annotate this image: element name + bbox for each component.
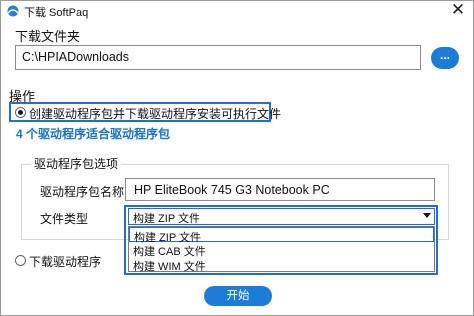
file-type-option-zip[interactable]: 构建 ZIP 文件 [129,227,434,244]
create-package-radio[interactable] [15,107,26,118]
start-button[interactable]: 开始 [204,286,272,306]
file-type-label: 文件类型 [40,212,89,226]
create-package-option-label[interactable]: 创建驱动程序包并下载驱动程序安装可执行文件 [29,105,281,122]
download-folder-label: 下载文件夹 [15,29,81,44]
file-type-option-wim[interactable]: 构建 WIM 文件 [129,257,434,273]
download-path-field[interactable]: C:\HPIADownloads [15,45,421,70]
softpaq-download-dialog: 下载 SoftPaq ✕ 下载文件夹 C:\HPIADownloads ... … [0,0,474,316]
file-type-select[interactable]: 构建 ZIP 文件 [128,208,435,225]
package-name-field[interactable]: HP EliteBook 745 G3 Notebook PC [125,178,435,201]
package-count-text: 4 个驱动程序适合驱动程序包 [16,127,171,141]
title-bar: 下载 SoftPaq ✕ [1,1,473,21]
hp-app-icon [7,5,19,17]
package-options-group-label: 驱动程序包选项 [31,155,122,172]
package-name-label: 驱动程序包名称 [40,185,125,199]
file-type-option-cab[interactable]: 构建 CAB 文件 [129,242,434,258]
close-icon[interactable]: ✕ [449,2,467,20]
download-drivers-radio[interactable] [15,255,26,266]
browse-button[interactable]: ... [431,47,459,69]
window-title: 下载 SoftPaq [24,7,89,19]
file-type-dropdown-list: 构建 ZIP 文件 构建 CAB 文件 构建 WIM 文件 [128,226,435,273]
file-type-selected-value: 构建 ZIP 文件 [133,213,201,225]
chevron-down-icon[interactable] [423,213,431,218]
download-drivers-option-label[interactable]: 下载驱动程序 [29,253,101,270]
